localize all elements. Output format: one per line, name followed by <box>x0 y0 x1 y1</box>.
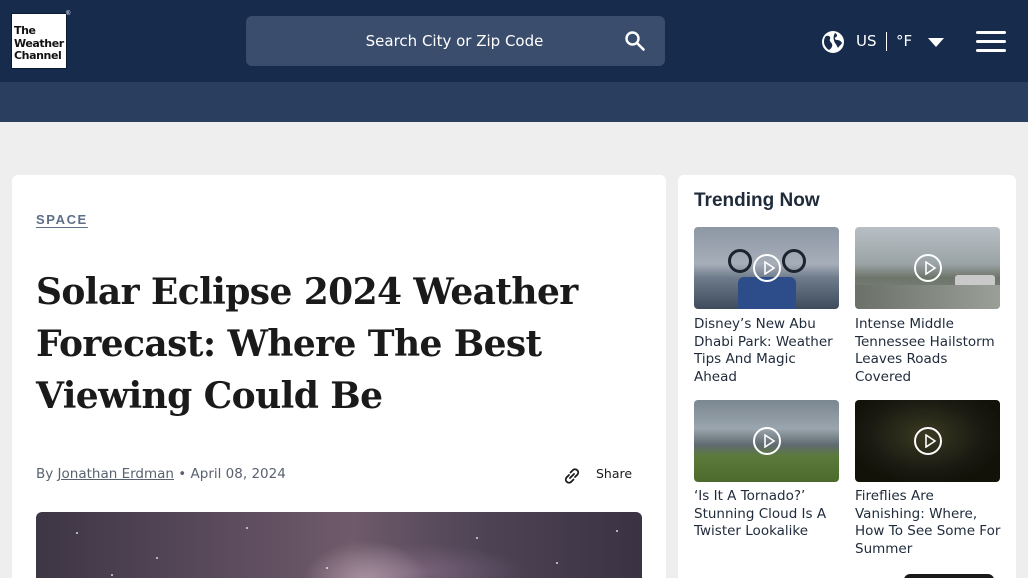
article-byline: By Jonathan Erdman • April 08, 2024 <box>36 466 286 482</box>
trending-caption-2[interactable]: Intense Middle Tennessee Hailstorm Leave… <box>855 316 1001 386</box>
locale-divider <box>886 32 887 51</box>
trending-caption-3[interactable]: ‘Is It A Tornado?’ Stunning Cloud Is A T… <box>694 488 840 541</box>
trending-title: Trending Now <box>694 190 820 211</box>
chevron-down-icon[interactable] <box>928 38 944 47</box>
byline-prefix: By <box>36 466 58 482</box>
secondary-navigation-bar <box>0 82 1028 122</box>
article-headline: Solar Eclipse 2024 Weather Forecast: Whe… <box>36 271 578 417</box>
trending-thumbnail-3[interactable] <box>694 400 839 482</box>
region-selector[interactable]: US <box>856 32 877 50</box>
trending-thumbnail-1[interactable] <box>694 227 839 309</box>
trending-thumbnail-2[interactable] <box>855 227 1000 309</box>
registered-mark: ® <box>66 11 71 17</box>
article-hero-image <box>36 512 642 578</box>
play-icon[interactable] <box>753 427 781 455</box>
globe-icon[interactable] <box>821 30 845 54</box>
trending-thumbnail-4[interactable] <box>855 400 1000 482</box>
search-icon[interactable] <box>624 30 646 52</box>
share-button[interactable]: Share <box>596 466 632 481</box>
search-input[interactable] <box>246 16 665 66</box>
play-icon[interactable] <box>753 254 781 282</box>
logo-line-1: The <box>14 24 36 37</box>
trending-caption-4[interactable]: Fireflies Are Vanishing: Where, How To S… <box>855 488 1001 558</box>
hamburger-menu-icon[interactable] <box>976 31 1006 53</box>
play-icon[interactable] <box>914 254 942 282</box>
trending-caption-1[interactable]: Disney’s New Abu Dhabi Park: Weather Tip… <box>694 316 840 386</box>
article-category-link[interactable]: SPACE <box>36 212 88 227</box>
temperature-unit[interactable]: °F <box>896 32 912 50</box>
weather-channel-logo[interactable]: The Weather Channel <box>11 13 67 69</box>
search-box[interactable] <box>246 16 665 66</box>
byline-separator: • <box>173 466 191 482</box>
article-date: April 08, 2024 <box>190 466 286 482</box>
play-icon[interactable] <box>914 427 942 455</box>
link-icon[interactable] <box>560 464 584 488</box>
logo-line-3: Channel <box>14 49 62 62</box>
author-link[interactable]: Jonathan Erdman <box>58 466 174 482</box>
more-button[interactable] <box>904 574 994 578</box>
